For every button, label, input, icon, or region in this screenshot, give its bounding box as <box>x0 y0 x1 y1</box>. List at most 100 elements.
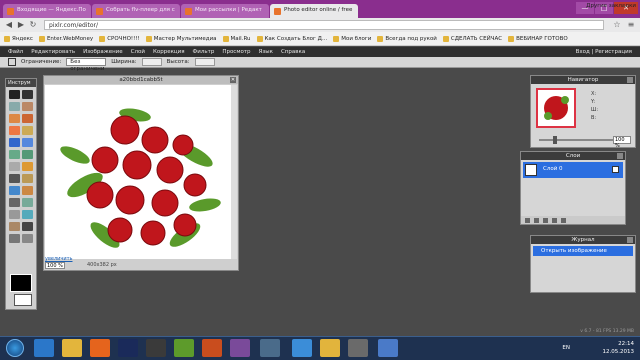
width-field[interactable] <box>141 58 162 66</box>
drawing-icon[interactable] <box>9 162 20 171</box>
layers-footer <box>521 216 625 224</box>
close-icon[interactable] <box>617 153 623 159</box>
forward-icon[interactable]: ▶ <box>16 20 26 30</box>
bloat-icon[interactable] <box>22 210 33 219</box>
bookmark[interactable]: Яндекс <box>4 35 33 42</box>
secondary-color-swatch[interactable] <box>14 294 32 306</box>
dodge-icon[interactable] <box>22 186 33 195</box>
other-bookmarks[interactable]: Другие закладки <box>586 3 636 9</box>
tab-yandex-mail[interactable]: Входящие — Яндекс.По <box>3 4 91 18</box>
layer-style-icon[interactable] <box>543 217 548 223</box>
lasso-icon[interactable] <box>22 102 33 111</box>
color-replace-icon[interactable] <box>22 150 33 159</box>
chrome-icon[interactable] <box>292 339 312 357</box>
media-icon[interactable] <box>146 339 166 357</box>
app-icon[interactable] <box>378 339 398 357</box>
layer-mask-icon[interactable] <box>534 217 539 223</box>
sponge-icon[interactable] <box>9 186 20 195</box>
navigator-panel: Навигатор X: Y: Ш: В: 100 % <box>530 75 636 149</box>
menu-view[interactable]: Просмотр <box>222 47 250 57</box>
type-icon[interactable] <box>22 222 33 231</box>
menu-file[interactable]: Файл <box>8 47 23 57</box>
smudge-icon[interactable] <box>22 174 33 183</box>
url-input[interactable]: pixlr.com/editor/ <box>44 20 604 30</box>
tab-photo-editor[interactable]: Photo editor online / free <box>270 4 358 18</box>
image-window-title: a20bbd1cabb5t ✕ <box>44 76 238 84</box>
zoom-slider-handle[interactable] <box>553 136 557 144</box>
spot-heal-icon[interactable] <box>9 210 20 219</box>
delete-layer-icon[interactable] <box>561 217 566 223</box>
tab-flv-player[interactable]: Собрать flv-плеер для с <box>92 4 180 18</box>
navigator-zoom-field[interactable]: 100 % <box>613 136 631 149</box>
burn-icon[interactable] <box>9 198 20 207</box>
blur-icon[interactable] <box>22 162 33 171</box>
move-icon[interactable] <box>22 90 33 99</box>
menu-language[interactable]: Язык <box>259 47 273 57</box>
star-icon[interactable]: ☆ <box>612 20 622 30</box>
menu-layer[interactable]: Слой <box>131 47 145 57</box>
layer-visibility-checkbox[interactable] <box>612 166 619 173</box>
menu-filter[interactable]: Фильтр <box>193 47 215 57</box>
constraint-select[interactable]: Без ограничени <box>66 58 107 72</box>
layer-props-icon[interactable] <box>525 217 530 223</box>
bookmark[interactable]: Мастер Мультимедиа <box>145 35 217 42</box>
photoshop-icon[interactable] <box>118 339 138 357</box>
close-icon[interactable]: ✕ <box>230 77 236 83</box>
bookmark[interactable]: Мои блоги <box>333 35 371 42</box>
new-layer-icon[interactable] <box>552 217 557 223</box>
history-entry[interactable]: Открыть изображение <box>533 246 633 256</box>
bookmark[interactable]: СРОЧНО!!!! <box>99 35 140 42</box>
app-icon[interactable] <box>348 339 368 357</box>
hand-icon[interactable] <box>9 234 20 243</box>
app-icon[interactable] <box>202 339 222 357</box>
start-button[interactable] <box>6 339 24 357</box>
height-field[interactable] <box>194 58 215 66</box>
navigator-thumbnail[interactable] <box>536 88 576 128</box>
bookmark[interactable]: Mail.Ru <box>222 35 251 42</box>
clock[interactable]: 22:14 12.05.2013 <box>603 340 635 356</box>
zoom-slider[interactable] <box>539 139 619 141</box>
bookmark[interactable]: Как Создать Блог Д... <box>256 35 327 42</box>
dreamweaver-icon[interactable] <box>174 339 194 357</box>
zoom-icon[interactable] <box>22 234 33 243</box>
red-eye-icon[interactable] <box>22 198 33 207</box>
image-canvas[interactable] <box>45 85 231 259</box>
wand-icon[interactable] <box>9 114 20 123</box>
pinch-icon[interactable] <box>9 222 20 231</box>
eraser-icon[interactable] <box>22 126 33 135</box>
app-icon[interactable] <box>260 339 280 357</box>
layer-row[interactable]: Слой 0 <box>523 162 623 178</box>
app-icon[interactable] <box>230 339 250 357</box>
menu-adjust[interactable]: Коррекция <box>153 47 185 57</box>
menu-edit[interactable]: Редактировать <box>31 47 75 57</box>
gradient-icon[interactable] <box>22 138 33 147</box>
close-icon[interactable] <box>627 237 633 243</box>
language-indicator[interactable]: EN <box>562 345 570 351</box>
sharpen-icon[interactable] <box>9 174 20 183</box>
vertical-scrollbar[interactable] <box>231 85 237 259</box>
brush-icon[interactable] <box>9 126 20 135</box>
marquee-icon[interactable] <box>9 102 20 111</box>
back-icon[interactable]: ◀ <box>4 20 14 30</box>
bookmark[interactable]: Всегда под рукой <box>377 35 437 42</box>
reload-icon[interactable]: ↻ <box>28 20 38 30</box>
bookmark[interactable]: СДЕЛАТЬ СЕЙЧАС <box>442 35 502 42</box>
close-icon[interactable] <box>627 77 633 83</box>
primary-color-swatch[interactable] <box>10 274 32 292</box>
explorer-icon[interactable] <box>62 339 82 357</box>
pencil-icon[interactable] <box>22 114 33 123</box>
bookmark[interactable]: Enter.WebMoney <box>38 35 93 42</box>
ie-icon[interactable] <box>34 339 54 357</box>
bookmark[interactable]: ВЕБИНАР ГОТОВО <box>508 35 568 42</box>
login-register-link[interactable]: Вход | Регистрация <box>576 47 632 57</box>
firefox-icon[interactable] <box>90 339 110 357</box>
zoom-field[interactable]: 100 % <box>45 262 65 269</box>
tab-mailing[interactable]: Мои рассылки | Редакт <box>181 4 269 18</box>
menu-help[interactable]: Справка <box>281 47 305 57</box>
app-icon[interactable] <box>320 339 340 357</box>
bucket-icon[interactable] <box>9 138 20 147</box>
menu-image[interactable]: Изображение <box>83 47 123 57</box>
clone-icon[interactable] <box>9 150 20 159</box>
menu-icon[interactable]: ≡ <box>626 20 636 30</box>
crop-icon[interactable] <box>9 90 20 99</box>
